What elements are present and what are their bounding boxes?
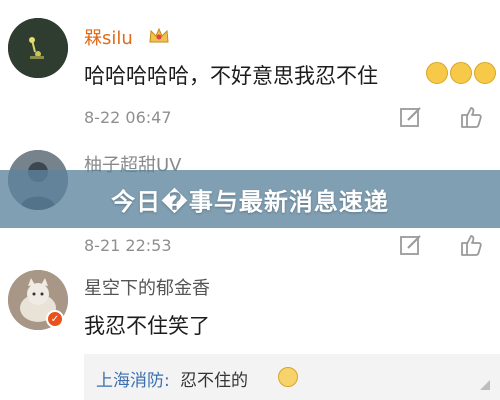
expand-corner-icon	[480, 380, 490, 390]
avatar[interactable]	[8, 18, 68, 78]
comment-screen: 槑silu 哈哈哈哈哈，不好意思我忍不住 8-22 06:47 柚子超甜UV 8…	[0, 0, 500, 400]
laughing-emoji-icon	[474, 62, 496, 84]
thumbs-up-icon[interactable]	[458, 232, 484, 258]
emoji-group	[426, 62, 496, 84]
username[interactable]: 星空下的郁金香	[84, 274, 210, 300]
reply-preview[interactable]: 上海消防: 忍不住的	[84, 354, 500, 400]
avatar-image	[8, 18, 68, 78]
reply-username[interactable]: 上海消防:	[96, 366, 170, 391]
verified-badge-icon: ✓	[46, 310, 64, 328]
title-banner: 今日�事与最新消息速递	[0, 170, 500, 228]
laughing-emoji-icon	[450, 62, 472, 84]
emoji-icon	[278, 367, 298, 387]
banner-title: 今日�事与最新消息速递	[111, 187, 389, 216]
comment-edit-icon[interactable]	[398, 104, 424, 130]
laughing-emoji-icon	[426, 62, 448, 84]
timestamp: 8-21 22:53	[84, 236, 172, 255]
reply-text: 忍不住的	[180, 371, 248, 391]
timestamp: 8-22 06:47	[84, 108, 172, 127]
username[interactable]: 槑silu	[84, 24, 133, 50]
comment-text: 哈哈哈哈哈，不好意思我忍不住	[84, 64, 378, 88]
thumbs-up-icon[interactable]	[458, 104, 484, 130]
crown-badge-icon	[149, 27, 169, 43]
comment-text: 我忍不住笑了	[84, 314, 210, 338]
comment-edit-icon[interactable]	[398, 232, 424, 258]
